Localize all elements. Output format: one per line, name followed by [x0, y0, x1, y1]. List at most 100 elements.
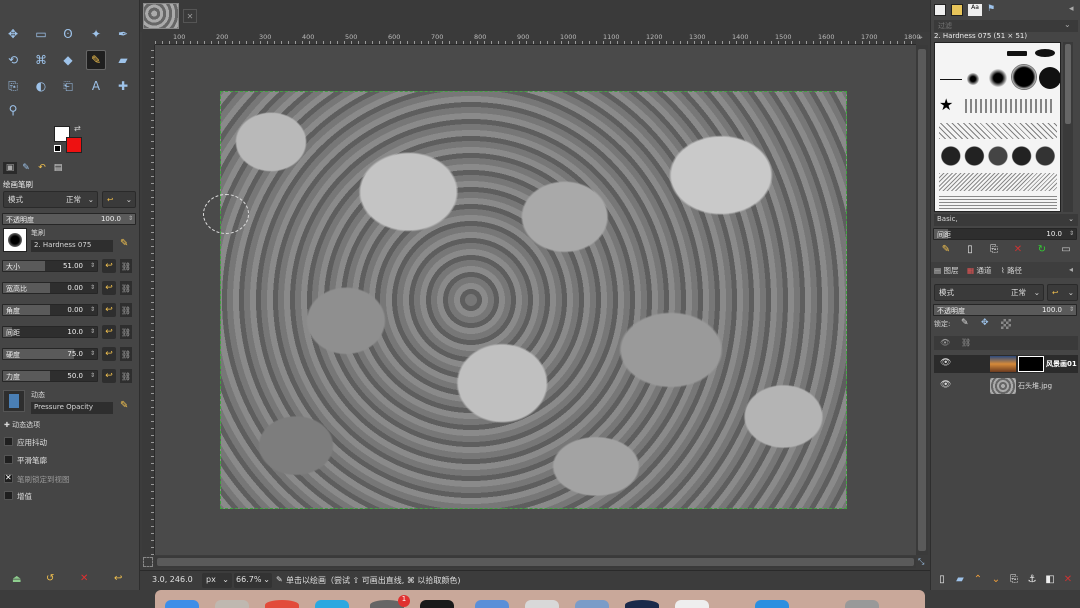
star-brush-icon[interactable]: ★: [939, 95, 953, 114]
dynamics-name-field[interactable]: Pressure Opacity: [31, 402, 113, 414]
fuzzy-select-icon[interactable]: ✦: [86, 24, 106, 44]
reset-icon[interactable]: ↩: [102, 347, 116, 361]
brush-grid[interactable]: ★: [934, 42, 1061, 212]
image-tab-thumbnail[interactable]: [143, 3, 179, 29]
quick-mask-icon[interactable]: [143, 557, 153, 567]
lock-alpha-icon[interactable]: [1001, 319, 1011, 329]
edit-brush-icon[interactable]: ✎: [120, 238, 128, 249]
move-icon[interactable]: ✥: [3, 24, 23, 44]
smudge-icon[interactable]: ◐: [31, 76, 51, 96]
brush-grid-scrollbar[interactable]: [1063, 42, 1073, 212]
eye-icon[interactable]: 👁: [940, 358, 951, 368]
reset-icon[interactable]: ↩: [102, 259, 116, 273]
close-icon[interactable]: ✕: [183, 9, 197, 23]
brush-swatch-row[interactable]: [965, 99, 1055, 113]
zoom-fit-icon[interactable]: ⤡: [918, 557, 924, 567]
tab-channels[interactable]: ▦ 通道: [967, 265, 991, 276]
device-status-tab-icon[interactable]: ✎: [19, 162, 33, 174]
slider-3[interactable]: 间距 10.0 ⇕: [2, 326, 98, 338]
default-colors-icon[interactable]: [54, 145, 61, 152]
images-tab-icon[interactable]: ▤: [51, 162, 65, 174]
vertical-ruler[interactable]: [142, 45, 155, 555]
layer-row-selected[interactable]: 👁 风景画01: [934, 355, 1078, 373]
brush-preset-dropdown[interactable]: Basic, ⌄: [934, 214, 1078, 226]
dynamics-preview-button[interactable]: [3, 390, 25, 412]
configure-tab-icon[interactable]: ◂: [1069, 4, 1074, 14]
layer-opacity-slider[interactable]: 不透明度 100.0 ⇕: [933, 304, 1077, 316]
transform-icon[interactable]: ⟲: [3, 50, 23, 70]
open-as-image-icon[interactable]: ▭: [1059, 242, 1073, 256]
brush-swatch-selected[interactable]: [1011, 64, 1037, 90]
bucket-fill-icon[interactable]: ◆: [58, 50, 78, 70]
lasso-icon[interactable]: ʘ: [58, 24, 78, 44]
dock-app-icon[interactable]: [525, 600, 559, 608]
save-options-icon[interactable]: ⏏: [12, 574, 21, 585]
delete-brush-icon[interactable]: ✕: [1011, 242, 1025, 256]
brush-swatch[interactable]: [989, 69, 1007, 87]
document-history-tab-icon[interactable]: ⚑: [987, 4, 995, 14]
anchor-layer-icon[interactable]: ⚓: [1025, 572, 1039, 586]
reset-icon[interactable]: ↩: [102, 325, 116, 339]
chain-icon[interactable]: ⛓: [120, 369, 132, 383]
paths-icon[interactable]: ✒: [113, 24, 133, 44]
layer-name[interactable]: 石头堆.jpg: [1018, 381, 1052, 391]
clone-icon[interactable]: ⎘: [3, 76, 23, 96]
brush-swatch[interactable]: [1035, 49, 1055, 57]
dock-app-icon[interactable]: [675, 600, 709, 608]
dock-app-icon[interactable]: [475, 600, 509, 608]
align-icon[interactable]: ✚: [113, 76, 133, 96]
dock-app-icon[interactable]: [265, 600, 299, 608]
reset-icon[interactable]: ↩: [102, 369, 116, 383]
warp-icon[interactable]: ⌘: [31, 50, 51, 70]
configure-tab-icon[interactable]: ◂: [1069, 265, 1073, 274]
brush-preview-button[interactable]: [3, 228, 27, 252]
reset-options-icon[interactable]: ↩: [114, 573, 122, 584]
duplicate-brush-icon[interactable]: ⎘: [987, 242, 1001, 256]
restore-options-icon[interactable]: ↺: [46, 573, 54, 584]
layer-row[interactable]: 👁 石头堆.jpg: [934, 377, 1078, 395]
brush-swatch-row[interactable]: [939, 173, 1057, 191]
mode-dropdown[interactable]: 模式 正常 ⌄: [3, 191, 98, 208]
reset-icon[interactable]: ↩: [102, 303, 116, 317]
layer-mode-dropdown[interactable]: 模式 正常 ⌄: [934, 284, 1044, 301]
new-layer-group-icon[interactable]: ▰: [953, 572, 967, 586]
brush-swatch-row[interactable]: [939, 195, 1057, 209]
checkbox[interactable]: [4, 437, 13, 446]
checkbox[interactable]: [4, 455, 13, 464]
text-icon[interactable]: A: [86, 76, 106, 96]
zoom-dropdown[interactable]: 66.7% ⌄: [234, 573, 272, 588]
image-layer-stones[interactable]: [220, 91, 847, 509]
slider-5[interactable]: 力度 50.0 ⇕: [2, 370, 98, 382]
chain-icon[interactable]: ⛓: [120, 303, 132, 317]
chevron-down-icon[interactable]: ⌄: [1064, 20, 1071, 29]
rect-select-icon[interactable]: ▭: [31, 24, 51, 44]
edit-brush-icon[interactable]: ✎: [939, 242, 953, 256]
brush-swatch[interactable]: [1007, 51, 1027, 56]
dock-app-icon[interactable]: [625, 600, 659, 608]
scrollbar-thumb[interactable]: [157, 558, 914, 566]
layer-mask-icon[interactable]: ◧: [1043, 572, 1057, 586]
checkbox[interactable]: [4, 491, 13, 500]
refresh-brushes-icon[interactable]: ↻: [1035, 242, 1049, 256]
brush-swatch[interactable]: [967, 73, 979, 85]
horizontal-scrollbar[interactable]: [155, 556, 916, 568]
scrollbar-thumb[interactable]: [1065, 44, 1071, 124]
checkbox[interactable]: [4, 473, 13, 483]
opacity-slider[interactable]: 不透明度 100.0 ⇕: [2, 213, 136, 225]
slider-4[interactable]: 硬度 75.0 ⇕: [2, 348, 98, 360]
finder-app-icon[interactable]: [165, 600, 199, 608]
brush-name-field[interactable]: 2. Hardness 075: [31, 240, 113, 252]
new-brush-icon[interactable]: ▯: [963, 242, 977, 256]
slider-1[interactable]: 宽高比 0.00 ⇕: [2, 282, 98, 294]
eye-icon[interactable]: 👁: [940, 380, 951, 390]
tool-options-tab-icon[interactable]: ▣: [3, 162, 17, 174]
background-color-swatch[interactable]: [66, 137, 82, 153]
eraser-icon[interactable]: ▰: [113, 50, 133, 70]
undo-history-tab-icon[interactable]: ↶: [35, 162, 49, 174]
color-picker-icon[interactable]: ⎗: [58, 76, 78, 96]
reset-icon[interactable]: ↩: [102, 281, 116, 295]
horizontal-ruler[interactable]: 100 200 300 400 500 600 700 800 900 1000 1100 1200 1…: [155, 32, 921, 45]
zoom-icon[interactable]: ⚲: [3, 100, 23, 120]
brush-swatch[interactable]: [940, 79, 962, 80]
navigate-icon[interactable]: ⌖: [918, 33, 923, 43]
